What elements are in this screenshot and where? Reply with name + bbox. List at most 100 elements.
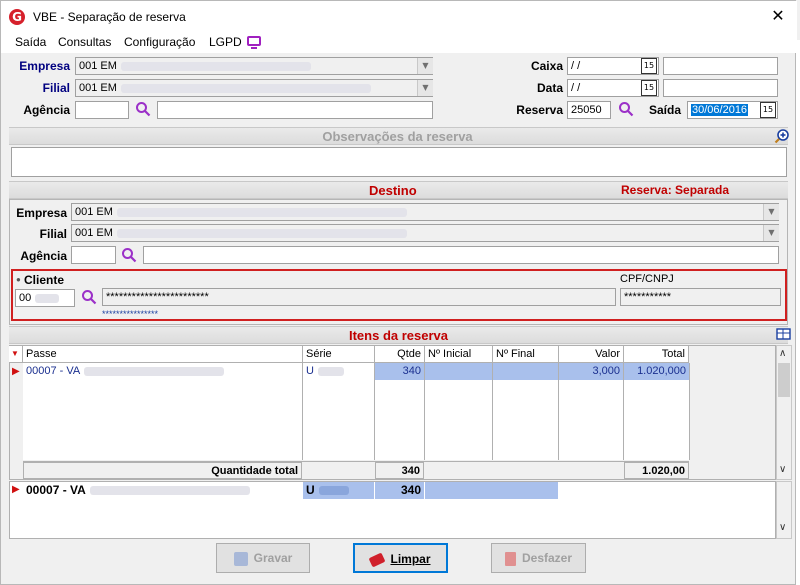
col-header-serie[interactable]: Série [303, 346, 375, 363]
summary-empty [425, 482, 558, 499]
monitor-stand-icon [251, 47, 257, 49]
total-qtde: 340 [375, 462, 424, 479]
agencia-name-input[interactable] [157, 101, 433, 119]
save-icon [233, 551, 248, 566]
close-button[interactable]: ✕ [767, 5, 789, 27]
empresa-value: 001 EM [79, 60, 117, 72]
chevron-down-icon[interactable]: ▼ [417, 58, 433, 74]
empresa-select[interactable]: 001 EM [75, 57, 433, 75]
cliente-code-value: 00 [19, 292, 32, 304]
row-pointer-icon: ▶ [12, 484, 20, 495]
empresa-label: Empresa [19, 59, 70, 73]
cliente-name-value: ************************ [106, 291, 209, 303]
grid-options-icon[interactable] [776, 327, 792, 341]
app-logo-icon: G [9, 9, 25, 25]
cliente-label: Cliente [24, 273, 65, 287]
scroll-thumb[interactable] [778, 363, 790, 397]
menu-saida[interactable]: Saída [15, 35, 46, 49]
search-icon[interactable] [618, 101, 634, 117]
caixa-label: Caixa [530, 59, 563, 73]
cell-inicial [425, 363, 492, 380]
observacoes-header: Observações da reserva [9, 127, 788, 145]
caixa-value: / / [571, 60, 581, 72]
cliente-link[interactable]: **************** [102, 309, 158, 319]
monitor-icon[interactable] [247, 36, 261, 46]
search-icon[interactable] [135, 101, 151, 117]
limpar-button[interactable]: Limpar [353, 543, 448, 573]
scroll-up-icon[interactable]: ∧ [779, 348, 786, 359]
col-header-final[interactable]: Nº Final [493, 346, 559, 363]
summary-passe: 00007 - VA [23, 482, 302, 499]
agencia-code-input[interactable] [75, 101, 129, 119]
calendar-icon[interactable]: 15 [641, 80, 657, 96]
destino-empresa-label: Empresa [16, 206, 67, 220]
window-title: VBE - Separação de reserva [33, 10, 186, 24]
col-header-passe[interactable]: Passe [23, 346, 303, 363]
summary-serie: U [303, 482, 374, 499]
menu-consultas[interactable]: Consultas [58, 35, 111, 49]
limpar-label: Limpar [390, 552, 431, 566]
data-label: Data [536, 81, 563, 95]
cell-passe: 00007 - VA [23, 363, 302, 380]
col-header-inicial[interactable]: Nº Inicial [425, 346, 493, 363]
cliente-name-field: ************************ [102, 288, 616, 306]
reserva-value: 25050 [571, 104, 602, 116]
destino-agencia-name-input[interactable] [143, 246, 779, 264]
menu-bar: Saída Consultas Configuração LGPD [1, 33, 797, 53]
cpf-label: CPF/CNPJ [620, 273, 674, 285]
caixa-extra-input[interactable] [663, 57, 778, 75]
chevron-down-icon[interactable]: ▼ [763, 225, 779, 241]
agencia-label: Agência [23, 103, 70, 117]
reserva-status: Reserva: Separada [621, 183, 730, 197]
scroll-down-icon[interactable]: ∨ [779, 464, 786, 475]
cliente-code-input[interactable]: 00 [15, 289, 75, 307]
title-bar: G VBE - Separação de reserva ✕ [1, 1, 797, 33]
zoom-in-icon[interactable] [774, 128, 790, 144]
total-label: Quantidade total [23, 462, 302, 479]
filial-select[interactable]: 001 EM [75, 79, 433, 97]
search-icon[interactable] [121, 247, 137, 263]
saida-label: Saída [648, 103, 681, 117]
calendar-icon[interactable]: 15 [760, 102, 776, 118]
total-valor: 1.020,00 [624, 462, 689, 479]
gravar-button[interactable]: Gravar [216, 543, 310, 573]
desfazer-button[interactable]: Desfazer [491, 543, 586, 573]
menu-lgpd[interactable]: LGPD [209, 35, 242, 49]
cell-serie: U [303, 363, 374, 380]
menu-configuracao[interactable]: Configuração [124, 35, 195, 49]
cpf-field: *********** [620, 288, 781, 306]
summary-qtde: 340 [375, 482, 424, 499]
observacoes-title: Observações da reserva [322, 129, 473, 144]
calendar-icon[interactable]: 15 [641, 58, 657, 74]
destino-agencia-label: Agência [20, 249, 67, 263]
reserva-input[interactable]: 25050 [567, 101, 611, 119]
gravar-label: Gravar [253, 551, 293, 565]
trash-icon [504, 551, 516, 566]
scroll-down-icon[interactable]: ∨ [779, 522, 786, 533]
itens-title: Itens da reserva [348, 328, 448, 343]
cell-final [493, 363, 558, 380]
filial-label: Filial [42, 81, 70, 95]
desfazer-label: Desfazer [521, 551, 573, 565]
destino-header: Destino Reserva: Separada [9, 181, 788, 199]
chevron-down-icon[interactable]: ▼ [417, 80, 433, 96]
cell-valor: 3,000 [559, 363, 623, 380]
destino-filial-value: 001 EM [75, 227, 113, 239]
chevron-down-icon[interactable]: ▼ [763, 204, 779, 220]
col-header-total[interactable]: Total [624, 346, 689, 363]
data-extra-input[interactable] [663, 79, 778, 97]
destino-filial-select[interactable]: 001 EM [71, 224, 779, 242]
itens-header: Itens da reserva [9, 326, 788, 344]
reserva-label: Reserva [516, 103, 563, 117]
cell-total: 1.020,000 [624, 363, 689, 380]
saida-value: 30/06/2016 [691, 104, 749, 116]
search-icon[interactable] [81, 289, 97, 305]
observacoes-textarea[interactable] [11, 147, 787, 177]
destino-empresa-select[interactable]: 001 EM [71, 203, 779, 221]
destino-agencia-code-input[interactable] [71, 246, 116, 264]
pin-icon: ● [16, 275, 21, 284]
col-header-valor[interactable]: Valor [559, 346, 624, 363]
col-header-qtde[interactable]: Qtde [375, 346, 425, 363]
main-window: G VBE - Separação de reserva ✕ Saída Con… [0, 0, 797, 585]
filial-value: 001 EM [79, 82, 117, 94]
